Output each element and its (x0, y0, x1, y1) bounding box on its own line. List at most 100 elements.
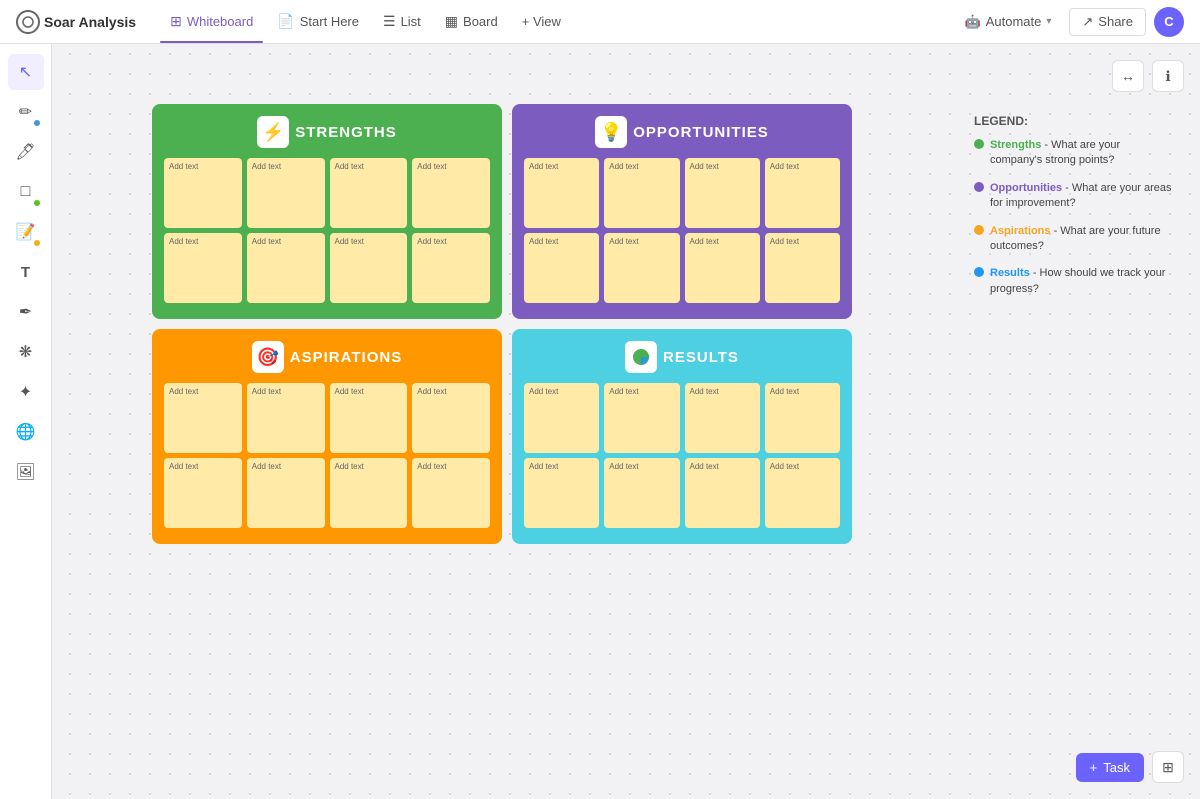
sticky-note[interactable]: Add text (524, 158, 599, 228)
sticky-note[interactable]: Add text (685, 383, 760, 453)
sticky-label: Add text (770, 462, 835, 472)
sticky-note[interactable]: Add text (604, 158, 679, 228)
sticky-note[interactable]: Add text (765, 458, 840, 528)
automate-button[interactable]: 🤖 Automate ▾ (955, 9, 1062, 35)
legend-aspirations-text: Aspirations - What are your future outco… (990, 224, 1174, 255)
sticky-note[interactable]: Add text (330, 383, 408, 453)
nav-list[interactable]: ☰ List (373, 7, 431, 36)
sidebar-item-image[interactable]: 🖼 (8, 454, 44, 490)
automate-label: Automate (986, 14, 1042, 29)
user-avatar[interactable]: C (1154, 7, 1184, 37)
info-button[interactable]: ℹ (1152, 60, 1184, 92)
legend-item-opportunities: Opportunities - What are your areas for … (974, 181, 1174, 212)
legend-opportunities-dot (974, 182, 984, 192)
globe-icon: 🌐 (16, 422, 36, 442)
automate-icon: 🤖 (965, 14, 981, 30)
opportunities-grid: Add text Add text Add text Add text Add … (524, 158, 840, 303)
sticky-note[interactable]: Add text (330, 233, 408, 303)
nav-add-view[interactable]: + View (512, 8, 571, 35)
sticky-note[interactable]: Add text (685, 233, 760, 303)
sidebar-item-note[interactable]: 📝 (8, 214, 44, 250)
header: Soar Analysis ⊞ Whiteboard 📄 Start Here … (0, 0, 1200, 44)
soar-board: ⚡ STRENGTHS Add text Add text Add text A… (152, 104, 852, 544)
sticky-label: Add text (609, 162, 674, 172)
sticky-note[interactable]: Add text (247, 383, 325, 453)
opportunities-title: OPPORTUNITIES (633, 124, 769, 141)
nav-start-here[interactable]: 📄 Start Here (267, 7, 369, 36)
sticky-note[interactable]: Add text (524, 383, 599, 453)
mindmap-icon: ❋ (19, 342, 32, 362)
sticky-note[interactable]: Add text (524, 458, 599, 528)
image-icon: 🖼 (15, 462, 35, 482)
sidebar-item-text[interactable]: T (8, 254, 44, 290)
nav-whiteboard-label: Whiteboard (187, 14, 253, 29)
sticky-note[interactable]: Add text (765, 383, 840, 453)
sticky-note[interactable]: Add text (604, 383, 679, 453)
canvas-controls: ↔ ℹ (1112, 60, 1184, 92)
legend-results-key: Results (990, 267, 1030, 279)
sticky-note[interactable]: Add text (412, 458, 490, 528)
legend-item-strengths: Strengths - What are your company's stro… (974, 138, 1174, 169)
sticky-note[interactable]: Add text (685, 458, 760, 528)
sticky-label: Add text (770, 162, 835, 172)
sticky-label: Add text (690, 237, 755, 247)
sticky-note[interactable]: Add text (330, 458, 408, 528)
sparkle-icon: ✦ (19, 382, 32, 402)
sticky-note[interactable]: Add text (164, 458, 242, 528)
sidebar-item-cursor[interactable]: ↖ (8, 54, 44, 90)
task-icon: + (1090, 760, 1098, 775)
sidebar-item-draw[interactable]: ✒ (8, 294, 44, 330)
sticky-note[interactable]: Add text (164, 383, 242, 453)
nav-list-label: List (401, 14, 421, 29)
sticky-note[interactable]: Add text (164, 233, 242, 303)
sticky-label: Add text (417, 237, 485, 247)
whiteboard-icon: ⊞ (170, 13, 182, 30)
sticky-note[interactable]: Add text (765, 233, 840, 303)
fit-screen-button[interactable]: ↔ (1112, 60, 1144, 92)
nav-board[interactable]: ▦ Board (435, 7, 508, 36)
sidebar-item-shapes[interactable]: □ (8, 174, 44, 210)
nav-add-view-label: + View (522, 14, 561, 29)
sticky-note[interactable]: Add text (412, 233, 490, 303)
sticky-note[interactable]: Add text (604, 233, 679, 303)
legend-opportunities-text: Opportunities - What are your areas for … (990, 181, 1174, 212)
sticky-note[interactable]: Add text (247, 233, 325, 303)
results-grid: Add text Add text Add text Add text Add … (524, 383, 840, 528)
automate-chevron-icon: ▾ (1046, 16, 1051, 27)
sticky-note[interactable]: Add text (164, 158, 242, 228)
sticky-label: Add text (169, 387, 237, 397)
sticky-note[interactable]: Add text (685, 158, 760, 228)
share-button[interactable]: ↗ Share (1069, 8, 1146, 36)
sticky-note[interactable]: Add text (765, 158, 840, 228)
task-button[interactable]: + Task (1076, 753, 1144, 782)
sticky-note[interactable]: Add text (330, 158, 408, 228)
sticky-note[interactable]: Add text (412, 158, 490, 228)
grid-view-button[interactable]: ⊞ (1152, 751, 1184, 783)
cursor-icon: ↖ (19, 62, 32, 82)
bottom-controls: + Task ⊞ (1076, 751, 1184, 783)
sticky-note[interactable]: Add text (524, 233, 599, 303)
sidebar-item-sparkle[interactable]: ✦ (8, 374, 44, 410)
sidebar-item-pencil[interactable]: ✏ (8, 94, 44, 130)
list-icon: ☰ (383, 13, 396, 30)
sticky-label: Add text (335, 162, 403, 172)
legend-aspirations-key: Aspirations (990, 225, 1051, 237)
sticky-note[interactable]: Add text (604, 458, 679, 528)
sticky-label: Add text (609, 387, 674, 397)
sidebar-item-globe[interactable]: 🌐 (8, 414, 44, 450)
nav-board-label: Board (463, 14, 498, 29)
nav-whiteboard[interactable]: ⊞ Whiteboard (160, 7, 263, 36)
aspirations-icon: 🎯 (252, 341, 284, 373)
legend-strengths-text: Strengths - What are your company's stro… (990, 138, 1174, 169)
text-icon: T (21, 264, 30, 281)
sticky-note[interactable]: Add text (412, 383, 490, 453)
share-icon: ↗ (1082, 14, 1093, 30)
results-title: RESULTS (663, 349, 739, 366)
sidebar-item-mindmap[interactable]: ❋ (8, 334, 44, 370)
sticky-note[interactable]: Add text (247, 158, 325, 228)
note-icon: 📝 (16, 222, 36, 242)
sticky-label: Add text (770, 237, 835, 247)
sticky-label: Add text (417, 462, 485, 472)
sidebar-item-pen[interactable]: 🖊 (8, 134, 44, 170)
sticky-note[interactable]: Add text (247, 458, 325, 528)
